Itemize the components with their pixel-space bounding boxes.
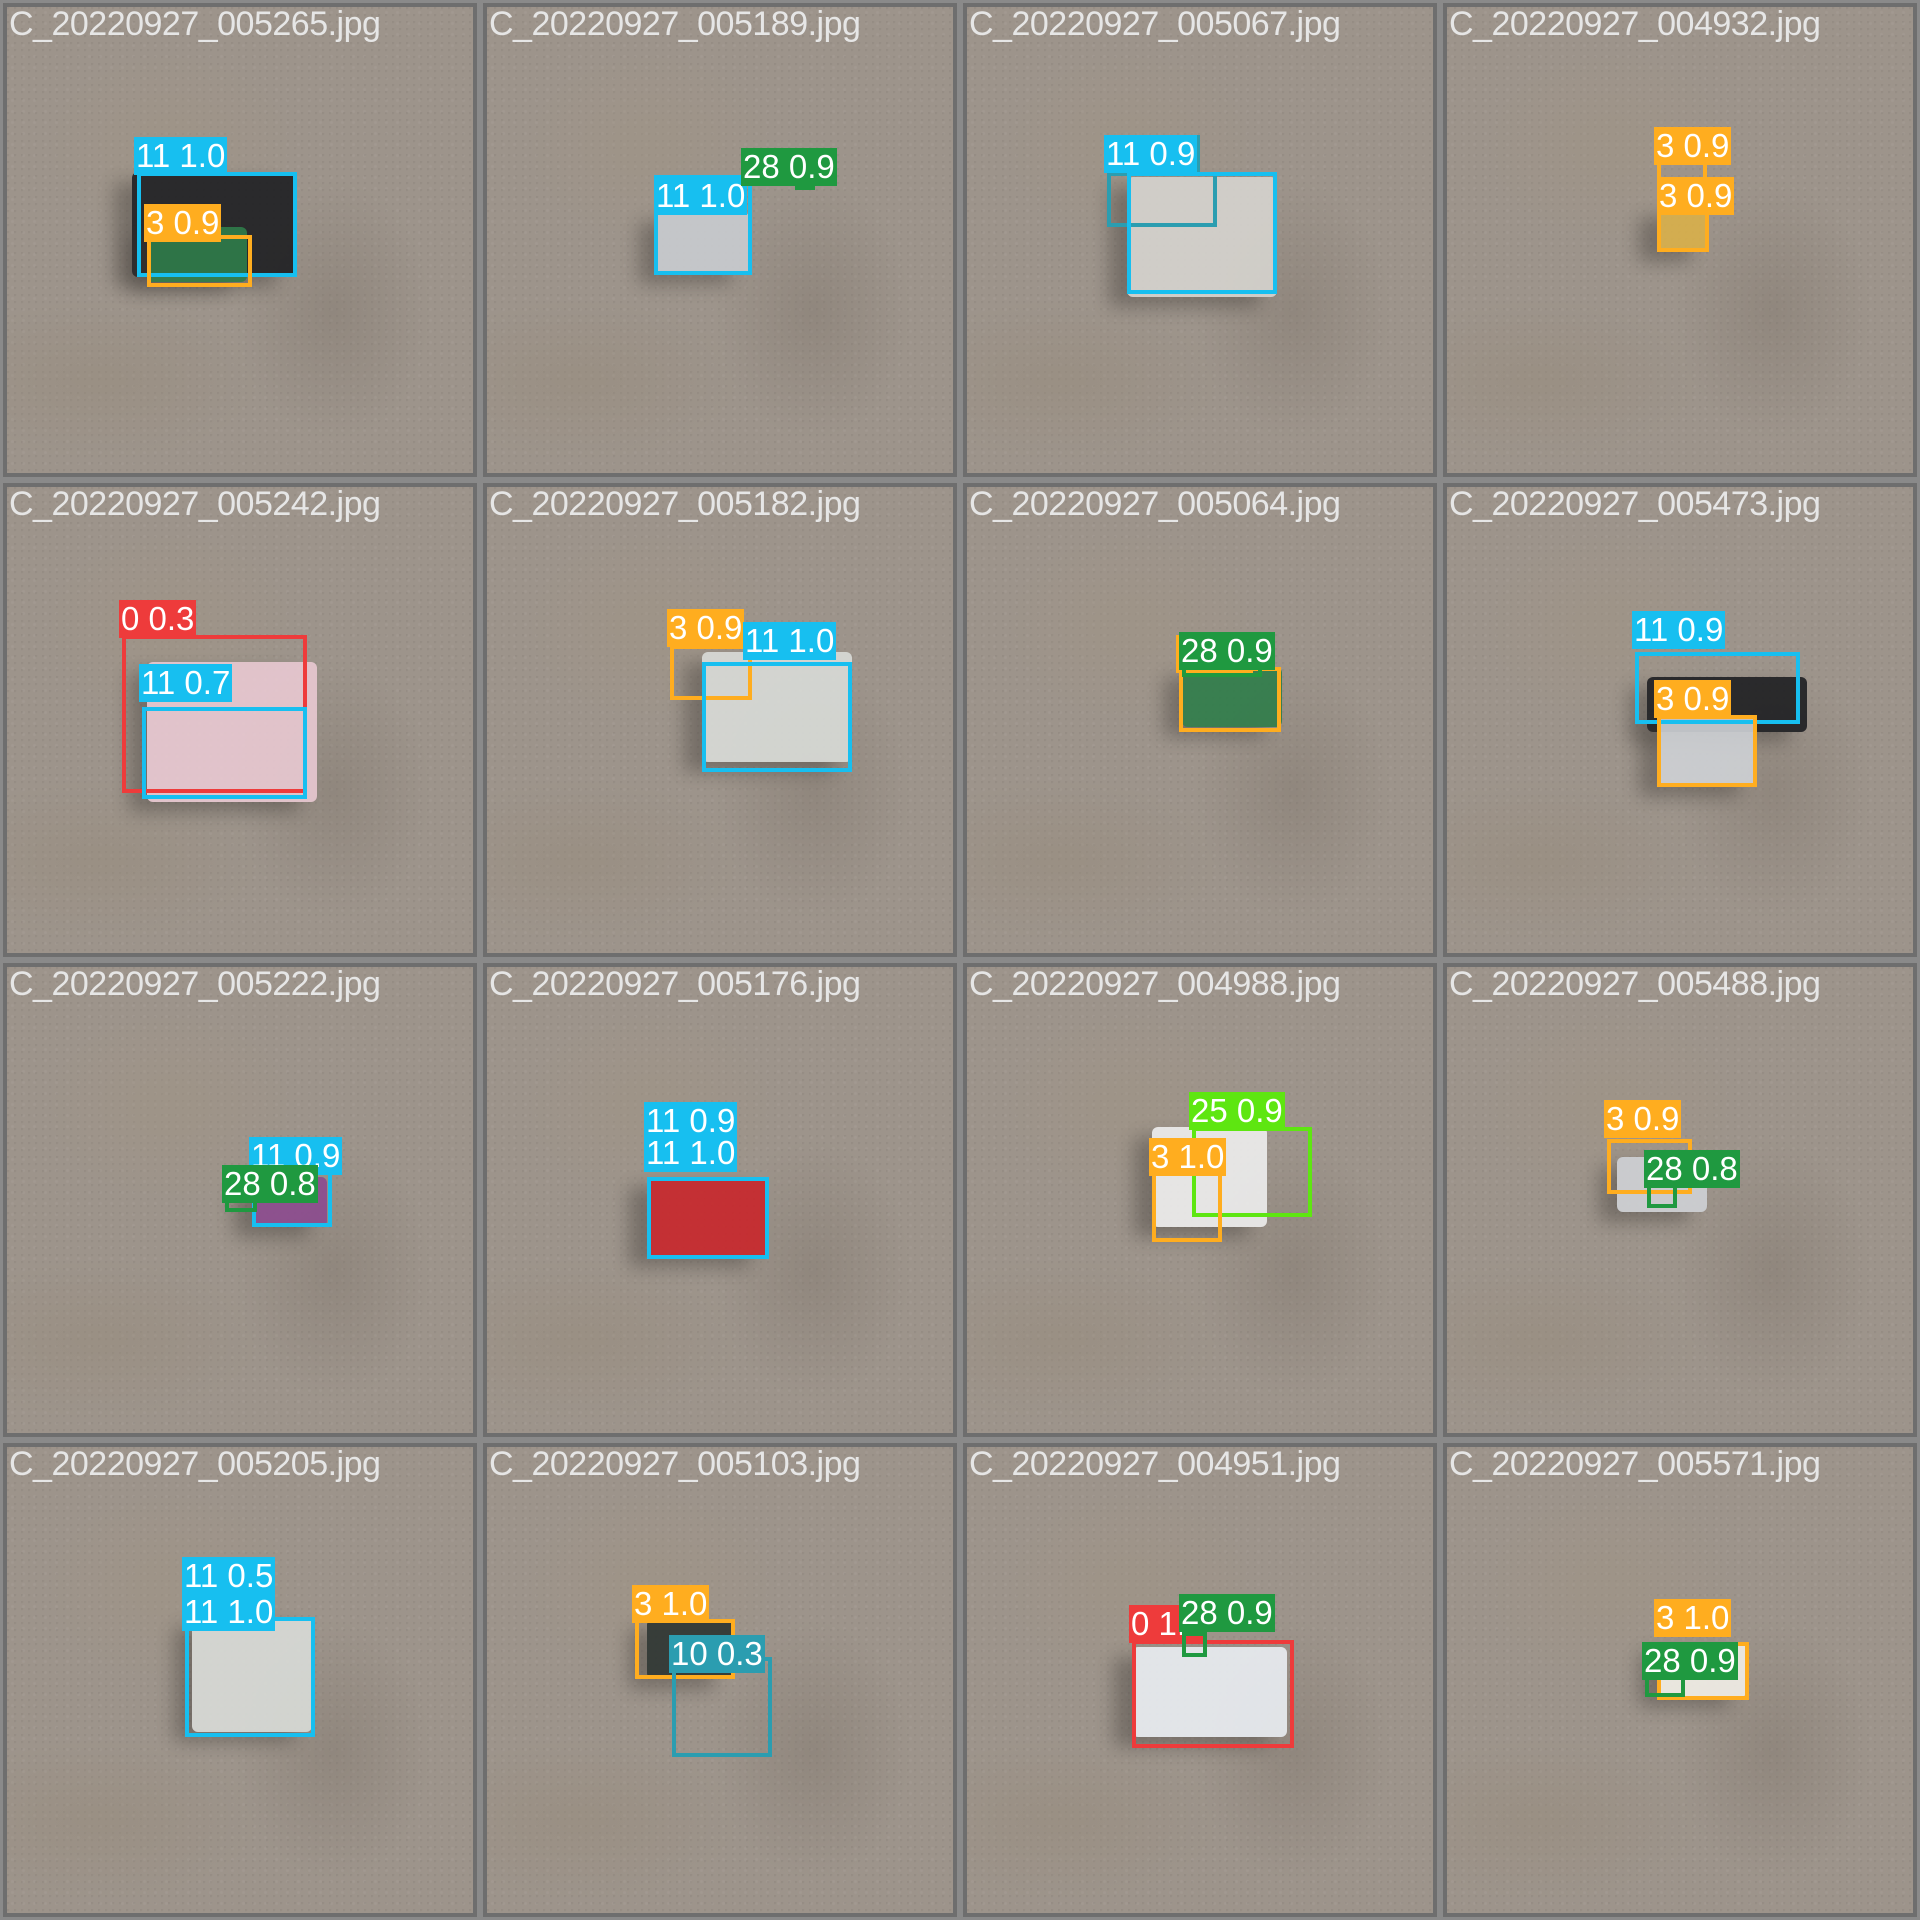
detection-label: 28 0.9 bbox=[1642, 1642, 1738, 1680]
detection-label: 3 0.9 bbox=[1654, 127, 1732, 165]
detection-label: 11 1.0 bbox=[134, 137, 228, 175]
image-filename: C_20220927_005182.jpg bbox=[489, 485, 861, 523]
detection-tile: 11 1.0 28 0.9 C_20220927_005189.jpg bbox=[483, 3, 957, 477]
detection-label: 11 1.0 bbox=[743, 622, 837, 660]
bounding-box bbox=[1182, 1632, 1207, 1657]
bounding-box bbox=[185, 1617, 315, 1737]
detection-tile: 11 0.9 28 0.8 C_20220927_005222.jpg bbox=[3, 963, 477, 1437]
detection-label: 3 0.9 bbox=[1657, 177, 1735, 215]
detection-tile: 0 0.3 11 0.7 C_20220927_005242.jpg bbox=[3, 483, 477, 957]
bounding-box bbox=[647, 1177, 769, 1259]
image-filename: C_20220927_005473.jpg bbox=[1449, 485, 1821, 523]
image-filename: C_20220927_005571.jpg bbox=[1449, 1445, 1821, 1483]
detection-tile: 11 0.9 11 1.0 C_20220927_005176.jpg bbox=[483, 963, 957, 1437]
image-filename: C_20220927_005067.jpg bbox=[969, 5, 1341, 43]
image-filename: C_20220927_004932.jpg bbox=[1449, 5, 1821, 43]
detection-label: 25 0.9 bbox=[1189, 1092, 1285, 1130]
bounding-box bbox=[1657, 715, 1757, 787]
detection-label: 3 1.0 bbox=[1149, 1138, 1227, 1176]
detection-tile: 0 1.0 28 0.9 C_20220927_004951.jpg bbox=[963, 1443, 1437, 1917]
detection-tile: 3 0.9 28 0.8 C_20220927_005488.jpg bbox=[1443, 963, 1917, 1437]
image-filename: C_20220927_005222.jpg bbox=[9, 965, 381, 1003]
bounding-box bbox=[1127, 172, 1277, 294]
detection-label: 28 0.9 bbox=[741, 148, 837, 186]
detection-label: 11 0.9 bbox=[1632, 611, 1726, 649]
bounding-box bbox=[147, 235, 252, 287]
detection-tile: 10 0.711 0.9C_20220927_005067.jpg bbox=[963, 3, 1437, 477]
detection-tile: 3 0.9 3 0.9 C_20220927_004932.jpg bbox=[1443, 3, 1917, 477]
image-filename: C_20220927_005488.jpg bbox=[1449, 965, 1821, 1003]
bounding-box bbox=[1152, 1172, 1222, 1242]
image-filename: C_20220927_005265.jpg bbox=[9, 5, 381, 43]
detection-label: 3 0.9 bbox=[1654, 680, 1732, 718]
detection-label: 11 1.0 bbox=[644, 1134, 738, 1172]
image-filename: C_20220927_005205.jpg bbox=[9, 1445, 381, 1483]
detection-label: 11 0.9 bbox=[1104, 135, 1198, 173]
detection-label: 11 1.0 bbox=[182, 1593, 276, 1631]
image-filename: C_20220927_005189.jpg bbox=[489, 5, 861, 43]
image-filename: C_20220927_005242.jpg bbox=[9, 485, 381, 523]
detection-label: 11 0.7 bbox=[139, 664, 233, 702]
detection-tile: 3 1.0 28 0.9 C_20220927_005571.jpg bbox=[1443, 1443, 1917, 1917]
detection-label: 3 0.9 bbox=[144, 204, 222, 242]
detection-label: 28 0.9 bbox=[1179, 1594, 1275, 1632]
detection-label: 0 0.3 bbox=[119, 600, 197, 638]
detection-tile: 3 0.9 11 1.0 C_20220927_005182.jpg bbox=[483, 483, 957, 957]
detection-label: 11 0.5 bbox=[182, 1557, 276, 1595]
detection-tile: 25 0.9 3 1.0 C_20220927_004988.jpg bbox=[963, 963, 1437, 1437]
image-filename: C_20220927_005103.jpg bbox=[489, 1445, 861, 1483]
detection-label: 3 0.9 bbox=[667, 609, 745, 647]
image-filename: C_20220927_004988.jpg bbox=[969, 965, 1341, 1003]
detection-label: 28 0.8 bbox=[222, 1165, 318, 1203]
detection-tile: 3 1.0 10 0.3 C_20220927_005103.jpg bbox=[483, 1443, 957, 1917]
image-filename: C_20220927_005064.jpg bbox=[969, 485, 1341, 523]
detection-grid: 11 1.0 3 0.9 C_20220927_005265.jpg 11 1.0 28… bbox=[0, 0, 1920, 1920]
detection-label: 28 0.9 bbox=[1179, 632, 1275, 670]
detection-label: 3 1.0 bbox=[632, 1585, 710, 1623]
detection-label: 3 1.0 bbox=[1654, 1599, 1732, 1637]
detection-label: 11 1.0 bbox=[654, 177, 748, 215]
image-filename: C_20220927_004951.jpg bbox=[969, 1445, 1341, 1483]
bounding-box bbox=[1132, 1640, 1294, 1748]
bounding-box bbox=[702, 662, 852, 772]
detection-label: 10 0.3 bbox=[669, 1635, 765, 1673]
detection-tile: 11 0.5 11 1.0 C_20220927_005205.jpg bbox=[3, 1443, 477, 1917]
detection-tile: 11 0.9 3 0.9 C_20220927_005473.jpg bbox=[1443, 483, 1917, 957]
bounding-box bbox=[142, 707, 307, 799]
image-filename: C_20220927_005176.jpg bbox=[489, 965, 861, 1003]
detection-tile: 11 1.0 3 0.9 C_20220927_005265.jpg bbox=[3, 3, 477, 477]
detection-tile: 3 0.928 0.9C_20220927_005064.jpg bbox=[963, 483, 1437, 957]
detection-label: 28 0.8 bbox=[1644, 1150, 1740, 1188]
detection-label: 3 0.9 bbox=[1604, 1100, 1682, 1138]
